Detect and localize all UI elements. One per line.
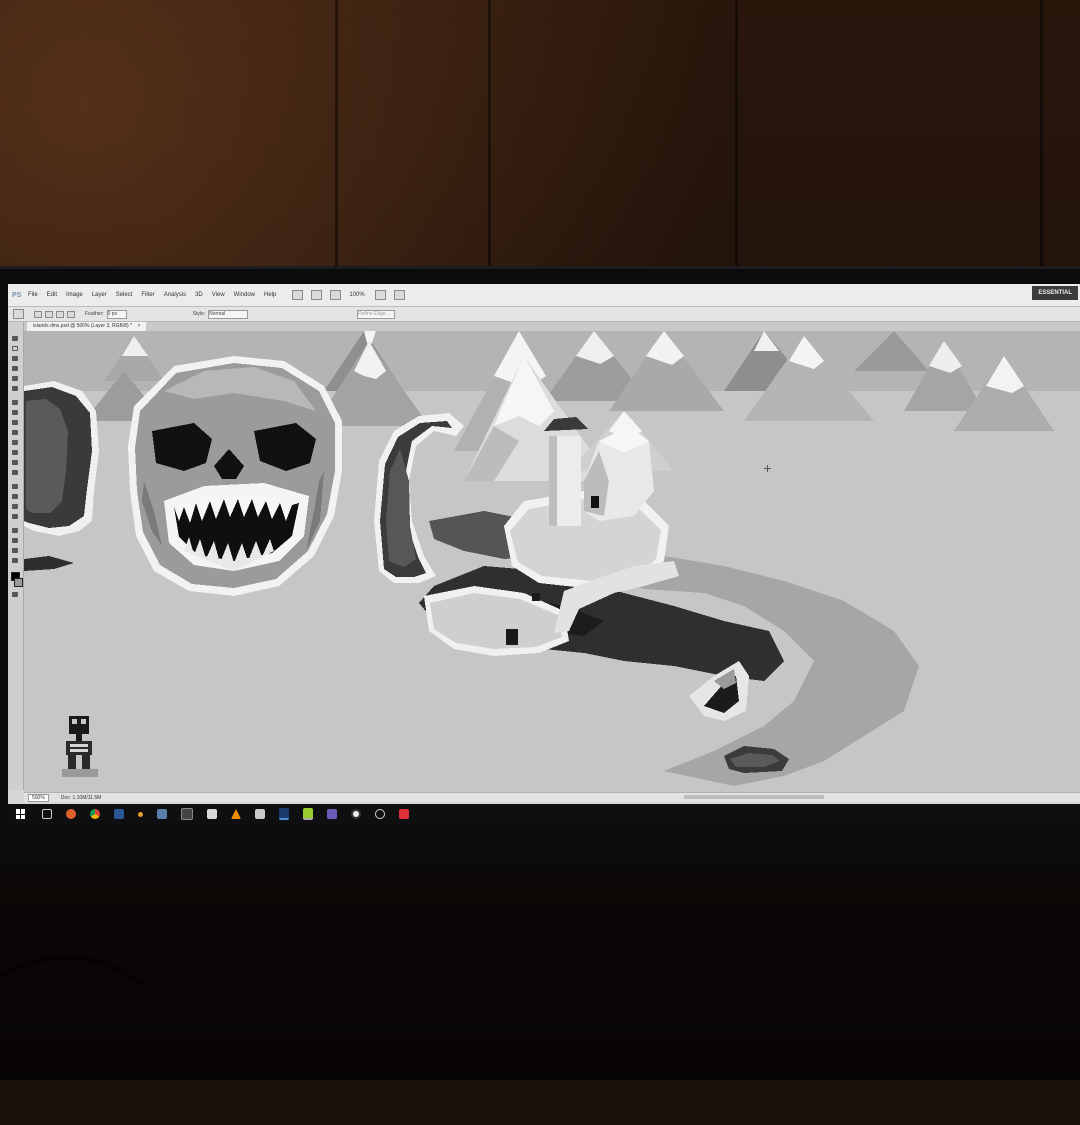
paint-icon[interactable] — [207, 809, 217, 819]
notepad-icon[interactable] — [303, 808, 313, 820]
task-view-icon[interactable] — [42, 809, 52, 819]
menu-select[interactable]: Select — [116, 292, 133, 298]
menu-window[interactable]: Window — [234, 292, 255, 298]
document-tab-bar: islands dms.psd @ 500% (Layer 3, RGB/8) … — [24, 322, 1080, 331]
style-select[interactable]: Normal — [208, 309, 249, 319]
screen-mode-icon[interactable] — [393, 290, 405, 300]
menu-image[interactable]: Image — [66, 292, 83, 298]
brush-tool-icon[interactable] — [12, 410, 18, 415]
background-color-swatch[interactable] — [14, 578, 23, 587]
type-tool-icon[interactable] — [12, 494, 18, 499]
feather-label: Feather: — [85, 311, 104, 317]
eraser-tool-icon[interactable] — [12, 440, 18, 445]
dodge-tool-icon[interactable] — [12, 470, 18, 475]
3d-rotate-tool-icon[interactable] — [12, 528, 18, 533]
photoshop-window: PS File Edit Image Layer Select Filter A… — [8, 284, 1080, 804]
excel-icon[interactable] — [181, 808, 193, 820]
chrome-icon[interactable] — [90, 809, 100, 819]
menu-layer[interactable]: Layer — [92, 292, 107, 298]
marquee-tool-icon[interactable] — [12, 346, 18, 351]
menu-analysis[interactable]: Analysis — [164, 292, 186, 298]
firefox-icon[interactable] — [66, 809, 76, 819]
healing-brush-tool-icon[interactable] — [12, 400, 18, 405]
windows-start-icon[interactable] — [16, 809, 26, 819]
shape-tool-icon[interactable] — [12, 514, 18, 519]
zoom-level-select[interactable]: 100% — [349, 292, 364, 298]
menu-filter[interactable]: Filter — [141, 292, 154, 298]
menu-view[interactable]: View — [212, 292, 225, 298]
visual-studio-icon[interactable] — [327, 809, 337, 819]
options-bar: Feather: 0 px Style: Normal Refine Edge.… — [8, 307, 1080, 322]
clone-stamp-tool-icon[interactable] — [12, 420, 18, 425]
pointer-app-icon[interactable] — [138, 811, 143, 817]
crop-tool-icon[interactable] — [12, 376, 18, 381]
bridge-icon[interactable] — [292, 290, 304, 300]
path-selection-tool-icon[interactable] — [12, 504, 18, 509]
refine-edge-button[interactable]: Refine Edge... — [357, 309, 396, 319]
marquee-preset-icon[interactable] — [13, 309, 24, 319]
menu-3d[interactable]: 3D — [195, 292, 203, 298]
vlc-icon[interactable] — [231, 809, 241, 819]
add-selection-icon[interactable] — [45, 310, 53, 318]
tentacle-left — [24, 381, 99, 536]
document-tab-title: islands dms.psd @ 500% (Layer 3, RGB/8) … — [33, 323, 133, 329]
word-icon[interactable] — [114, 809, 124, 819]
screenshot-icon[interactable] — [157, 809, 167, 819]
subtract-selection-icon[interactable] — [56, 310, 64, 318]
status-bar: 500% Doc: 1.10M/11.5M — [24, 792, 1080, 802]
quick-select-tool-icon[interactable] — [12, 366, 18, 371]
photoshop-logo-icon[interactable]: PS — [12, 292, 28, 299]
arrange-documents-icon[interactable] — [374, 290, 386, 300]
blur-tool-icon[interactable] — [12, 460, 18, 465]
wall-seam — [735, 0, 738, 266]
quick-mask-icon[interactable] — [12, 592, 18, 597]
explorer-icon[interactable] — [255, 809, 265, 819]
red-app-icon[interactable] — [399, 809, 409, 819]
menu-bar: PS File Edit Image Layer Select Filter A… — [8, 284, 1080, 307]
zoom-percent-field[interactable]: 500% — [28, 793, 49, 802]
wall-seam — [1040, 0, 1043, 266]
document-tab[interactable]: islands dms.psd @ 500% (Layer 3, RGB/8) … — [27, 322, 147, 331]
hand-tool-icon[interactable] — [12, 548, 18, 553]
document-canvas[interactable] — [24, 331, 1080, 792]
lasso-tool-icon[interactable] — [12, 356, 18, 361]
gradient-tool-icon[interactable] — [12, 450, 18, 455]
3d-orbit-tool-icon[interactable] — [12, 538, 18, 543]
obs-icon[interactable] — [351, 809, 361, 819]
pen-tool-icon[interactable] — [12, 484, 18, 489]
style-label: Style: — [192, 311, 206, 317]
view-extras-icon[interactable] — [330, 290, 342, 300]
windows-taskbar — [8, 804, 1080, 824]
mini-bridge-icon[interactable] — [311, 290, 323, 300]
tools-panel — [8, 322, 24, 790]
intersect-selection-icon[interactable] — [67, 310, 75, 318]
clock-icon[interactable] — [375, 809, 385, 819]
menu-edit[interactable]: Edit — [47, 292, 57, 298]
new-selection-icon[interactable] — [34, 310, 42, 318]
feather-input[interactable]: 0 px — [106, 309, 127, 319]
menu-help[interactable]: Help — [264, 292, 276, 298]
wall-seam — [335, 0, 338, 266]
zoom-tool-icon[interactable] — [12, 558, 18, 563]
eyedropper-tool-icon[interactable] — [12, 386, 18, 391]
document-size-info[interactable]: Doc: 1.10M/11.5M — [61, 795, 101, 801]
photoshop-icon[interactable] — [279, 808, 289, 820]
horizontal-scrollbar[interactable] — [684, 795, 824, 799]
close-icon[interactable]: × — [137, 323, 140, 329]
workspace-essentials-button[interactable]: ESSENTIAL — [1032, 286, 1078, 300]
move-tool-icon[interactable] — [12, 336, 18, 341]
menu-file[interactable]: File — [28, 292, 38, 298]
wall-seam — [488, 0, 491, 266]
history-brush-tool-icon[interactable] — [12, 430, 18, 435]
